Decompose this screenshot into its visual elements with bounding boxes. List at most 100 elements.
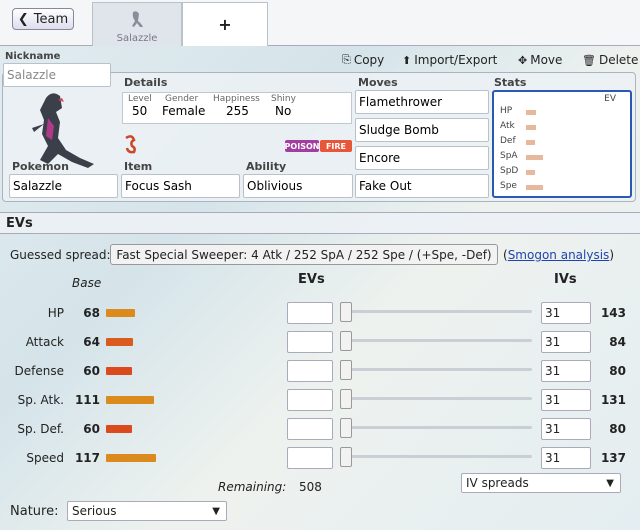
stat-base-bar bbox=[106, 338, 133, 346]
level-label: Level bbox=[128, 94, 152, 104]
stats-summary-button[interactable]: EV HP Atk Def SpA SpD Spe bbox=[492, 90, 632, 198]
smogon-analysis: (Smogon analysis) bbox=[503, 248, 614, 262]
mini-stat-row: HP bbox=[500, 106, 536, 116]
details-label: Details bbox=[124, 76, 168, 89]
ivs-column-header: IVs bbox=[554, 272, 577, 287]
copy-button[interactable]: ⎘ Copy bbox=[342, 52, 384, 68]
happiness-label: Happiness bbox=[213, 94, 260, 104]
import-export-label: Import/Export bbox=[414, 53, 498, 67]
mini-stat-name: SpA bbox=[500, 151, 518, 161]
stat-base: 111 bbox=[74, 393, 100, 407]
dropdown-arrow-icon: ▼ bbox=[212, 505, 220, 517]
add-tab-button[interactable]: + bbox=[182, 2, 268, 46]
stat-row: HP 68 31 143 bbox=[0, 302, 640, 324]
nickname-input[interactable]: Salazzle bbox=[3, 63, 111, 87]
gender-value: Female bbox=[162, 104, 206, 118]
level-value: 50 bbox=[132, 104, 148, 118]
mini-stat-bar bbox=[526, 185, 543, 190]
stat-base-bar bbox=[106, 367, 132, 375]
tab-label: Salazzle bbox=[116, 33, 158, 44]
move-2-input[interactable]: Sludge Bomb bbox=[355, 118, 489, 142]
evs-column-header: EVs bbox=[298, 272, 325, 287]
stat-total: 80 bbox=[609, 364, 626, 378]
trash-icon: 🗑 bbox=[582, 53, 596, 67]
stat-total: 84 bbox=[609, 335, 626, 349]
ev-input[interactable] bbox=[287, 447, 333, 469]
iv-input[interactable]: 31 bbox=[541, 302, 591, 324]
guessed-spread-label: Guessed spread: bbox=[10, 248, 111, 262]
iv-spreads-select[interactable]: IV spreads ▼ bbox=[461, 473, 621, 493]
ev-slider-track[interactable] bbox=[350, 397, 532, 400]
move-arrows-icon: ✥ bbox=[518, 53, 528, 67]
moves-label: Moves bbox=[358, 76, 398, 89]
mini-stat-name: Def bbox=[500, 136, 516, 146]
mini-stat-row: SpD bbox=[500, 166, 535, 176]
mini-stat-row: Def bbox=[500, 136, 535, 146]
stat-base-bar bbox=[106, 454, 156, 462]
iv-input[interactable]: 31 bbox=[541, 389, 591, 411]
iv-input[interactable]: 31 bbox=[541, 360, 591, 382]
copy-label: Copy bbox=[353, 53, 385, 67]
move-label: Move bbox=[530, 53, 563, 67]
ev-input[interactable] bbox=[287, 418, 333, 440]
ev-input[interactable] bbox=[287, 331, 333, 353]
mini-stat-bar bbox=[526, 155, 543, 160]
team-button-label: Team bbox=[33, 11, 69, 27]
ev-slider-handle[interactable] bbox=[340, 331, 352, 351]
ev-slider-track[interactable] bbox=[350, 310, 532, 313]
ev-slider-track[interactable] bbox=[350, 368, 532, 371]
move-1-input[interactable]: Flamethrower bbox=[355, 90, 489, 114]
pokemon-label: Pokemon bbox=[12, 160, 69, 173]
stat-name: Defense bbox=[14, 364, 64, 378]
pokemon-input[interactable]: Salazzle bbox=[9, 174, 118, 198]
delete-button[interactable]: 🗑 Delete bbox=[582, 52, 638, 68]
ev-input[interactable] bbox=[287, 389, 333, 411]
ev-input[interactable] bbox=[287, 302, 333, 324]
ev-slider-track[interactable] bbox=[350, 426, 532, 429]
iv-input[interactable]: 31 bbox=[541, 331, 591, 353]
ev-slider-handle[interactable] bbox=[340, 389, 352, 409]
ev-slider-handle[interactable] bbox=[340, 447, 352, 467]
stat-name: Speed bbox=[26, 451, 64, 465]
happiness-value: 255 bbox=[226, 104, 249, 118]
stat-row: Defense 60 31 80 bbox=[0, 360, 640, 382]
team-button[interactable]: ❮ Team bbox=[12, 8, 74, 30]
smogon-analysis-link[interactable]: Smogon analysis bbox=[508, 248, 610, 262]
nickname-label: Nickname bbox=[5, 51, 61, 62]
ability-input[interactable]: Oblivious bbox=[243, 174, 353, 198]
mini-stat-name: Spe bbox=[500, 181, 517, 191]
move-button[interactable]: ✥ Move bbox=[518, 52, 562, 68]
import-export-button[interactable]: ⬆ Import/Export bbox=[402, 52, 497, 68]
ev-slider-track[interactable] bbox=[350, 455, 532, 458]
ev-slider-handle[interactable] bbox=[340, 418, 352, 438]
shiny-label: Shiny bbox=[271, 94, 296, 104]
ev-slider-handle[interactable] bbox=[340, 360, 352, 380]
stat-name: Attack bbox=[25, 335, 64, 349]
stat-base-bar bbox=[106, 309, 135, 317]
chevron-left-icon: ❮ bbox=[17, 11, 29, 27]
mini-stat-bar bbox=[526, 170, 535, 175]
ev-input[interactable] bbox=[287, 360, 333, 382]
stat-row: Speed 117 31 137 bbox=[0, 447, 640, 469]
ev-slider-handle[interactable] bbox=[340, 302, 352, 322]
item-icon bbox=[125, 135, 136, 154]
stat-base: 60 bbox=[83, 422, 100, 436]
iv-input[interactable]: 31 bbox=[541, 418, 591, 440]
nature-select[interactable]: Serious ▼ bbox=[67, 501, 227, 521]
stat-row: Attack 64 31 84 bbox=[0, 331, 640, 353]
stat-total: 80 bbox=[609, 422, 626, 436]
remaining-label: Remaining: bbox=[218, 480, 287, 494]
evs-section-heading: EVs bbox=[0, 212, 640, 234]
mini-stat-bar bbox=[526, 140, 535, 145]
item-input[interactable]: Focus Sash bbox=[121, 174, 240, 198]
tab-salazzle[interactable]: Salazzle bbox=[92, 2, 182, 46]
gender-label: Gender bbox=[165, 94, 199, 104]
move-4-input[interactable]: Fake Out bbox=[355, 174, 489, 198]
nature-label: Nature: bbox=[10, 504, 59, 519]
move-3-input[interactable]: Encore bbox=[355, 146, 489, 170]
iv-input[interactable]: 31 bbox=[541, 447, 591, 469]
ev-slider-track[interactable] bbox=[350, 339, 532, 342]
guessed-spread-button[interactable]: Fast Special Sweeper: 4 Atk / 252 SpA / … bbox=[110, 244, 498, 265]
stats-ev-header: EV bbox=[604, 94, 616, 104]
happiness-column: Happiness 255 bbox=[213, 94, 260, 118]
